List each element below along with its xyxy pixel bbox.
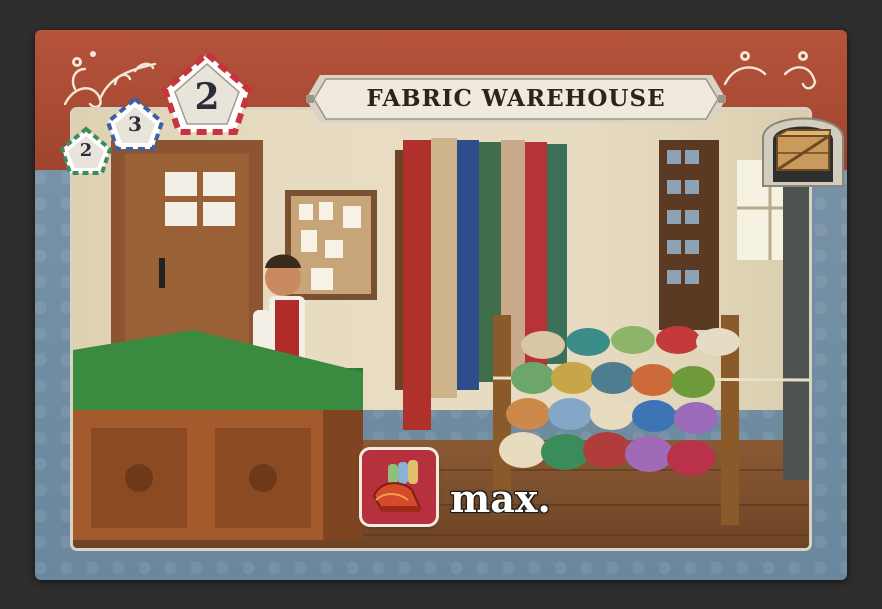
production-max-label: max. <box>450 476 551 521</box>
level-large-number: 2 <box>194 76 220 118</box>
level-badge-small: 2 <box>59 126 113 176</box>
level-small-number: 2 <box>79 140 93 161</box>
crate-icon <box>775 129 831 172</box>
warehouse-type-frame <box>753 98 847 188</box>
level-badge-mid: 3 <box>105 96 165 152</box>
title-plate: FABRIC WAREHOUSE <box>300 65 732 133</box>
fabric-bolt-icon <box>372 460 422 512</box>
building-card: FABRIC WAREHOUSE 2 3 2 max. <box>35 30 847 580</box>
warehouse-illustration <box>73 110 809 548</box>
level-badge-large: 2 <box>159 50 255 136</box>
card-title: FABRIC WAREHOUSE <box>366 85 666 112</box>
resource-tile <box>362 450 436 524</box>
level-mid-number: 3 <box>128 112 142 136</box>
